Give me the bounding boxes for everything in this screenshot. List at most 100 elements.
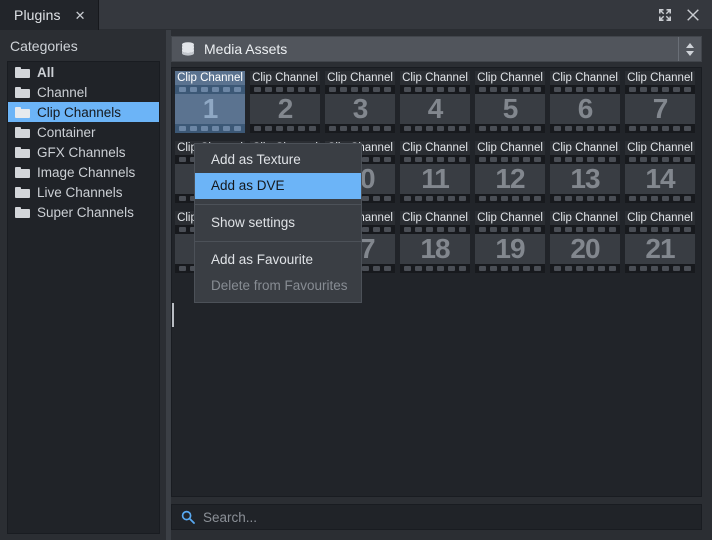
sidebar-item-clip-channels[interactable]: Clip Channels: [8, 102, 159, 122]
asset-tile-number: 6: [550, 94, 620, 124]
film-perforations: [625, 124, 695, 133]
asset-tile-number: 11: [400, 164, 470, 194]
sidebar-item-image-channels[interactable]: Image Channels: [8, 162, 159, 182]
film-perforations: [175, 124, 245, 133]
asset-tile[interactable]: Clip Channel 5: [475, 71, 545, 133]
folder-icon: [15, 127, 30, 138]
film-perforations: [475, 194, 545, 203]
title-bar: Plugins ✕: [0, 0, 712, 30]
asset-tile[interactable]: Clip Channel 12: [475, 141, 545, 203]
asset-tile[interactable]: Clip Channel6: [550, 71, 620, 133]
sidebar-item-container[interactable]: Container: [8, 122, 159, 142]
asset-thumbnail: 2: [250, 85, 320, 133]
asset-tile[interactable]: Clip Channel21: [625, 211, 695, 273]
film-perforations: [250, 124, 320, 133]
asset-thumbnail: 7: [625, 85, 695, 133]
sidebar-item-gfx-channels[interactable]: GFX Channels: [8, 142, 159, 162]
film-perforations: [400, 124, 470, 133]
asset-tile-caption: Clip Channel: [550, 211, 620, 225]
sidebar-item-channel[interactable]: Channel: [8, 82, 159, 102]
menu-item-add-as-dve[interactable]: Add as DVE: [195, 173, 361, 199]
categories-title: Categories: [10, 38, 78, 54]
asset-tile[interactable]: Clip Channel 20: [550, 211, 620, 273]
asset-tile-number: 5: [475, 94, 545, 124]
asset-tile-caption: Clip Channel: [400, 141, 470, 155]
asset-tile-number: 18: [400, 234, 470, 264]
asset-thumbnail: 12: [475, 155, 545, 203]
sidebar-item-super-channels[interactable]: Super Channels: [8, 202, 159, 222]
close-icon[interactable]: [686, 8, 700, 22]
asset-thumbnail: 5: [475, 85, 545, 133]
text-caret: [172, 303, 174, 327]
asset-thumbnail: 4: [400, 85, 470, 133]
sidebar-item-label: GFX Channels: [37, 145, 126, 160]
film-perforations: [550, 194, 620, 203]
asset-thumbnail: 1: [175, 85, 245, 133]
asset-tile[interactable]: Clip Channel4: [400, 71, 470, 133]
menu-item-add-as-texture[interactable]: Add as Texture: [195, 147, 361, 173]
asset-thumbnail: 6: [550, 85, 620, 133]
asset-thumbnail: 20: [550, 225, 620, 273]
asset-tile-caption: Clip Channel: [250, 71, 320, 85]
sidebar-item-live-channels[interactable]: Live Channels: [8, 182, 159, 202]
asset-tile[interactable]: Clip Channel 3: [325, 71, 395, 133]
asset-tile-number: 1: [175, 94, 245, 124]
asset-thumbnail: 21: [625, 225, 695, 273]
tab-plugins[interactable]: Plugins ✕: [0, 0, 99, 30]
source-selector-label: Media Assets: [204, 41, 678, 57]
menu-item-add-as-favourite[interactable]: Add as Favourite: [195, 247, 361, 273]
asset-tile-number: 14: [625, 164, 695, 194]
sidebar-item-label: Container: [37, 125, 96, 140]
asset-tile[interactable]: Clip Channel2: [250, 71, 320, 133]
menu-item-delete-from-favourites: Delete from Favourites: [195, 273, 361, 299]
spinner-arrows-icon[interactable]: [678, 37, 701, 61]
categories-list[interactable]: All Channel Clip Channels Container GFX Chan…: [7, 61, 160, 534]
folder-icon: [15, 87, 30, 98]
asset-thumbnail: 11: [400, 155, 470, 203]
asset-tile[interactable]: Clip Channel 1: [175, 71, 245, 133]
asset-tile-number: 7: [625, 94, 695, 124]
sidebar-item-label: Super Channels: [37, 205, 134, 220]
sidebar-item-label: Clip Channels: [37, 105, 121, 120]
asset-tile[interactable]: Clip Channel13: [550, 141, 620, 203]
sidebar-item-all[interactable]: All: [8, 62, 159, 82]
asset-tile[interactable]: Clip Channel7: [625, 71, 695, 133]
asset-tile[interactable]: Clip Channel14: [625, 141, 695, 203]
search-input[interactable]: [203, 510, 701, 525]
film-perforations: [625, 264, 695, 273]
folder-icon: [15, 187, 30, 198]
asset-tile[interactable]: Clip Channel19: [475, 211, 545, 273]
source-selector[interactable]: Media Assets: [171, 36, 702, 62]
sidebar-item-label: Channel: [37, 85, 87, 100]
asset-tile-caption: Clip Channel: [175, 71, 245, 85]
folder-icon: [15, 167, 30, 178]
sidebar-item-label: All: [37, 65, 54, 80]
expand-icon[interactable]: [658, 8, 672, 22]
asset-tile-number: 20: [550, 234, 620, 264]
asset-tile-caption: Clip Channel: [550, 141, 620, 155]
asset-thumbnail: 3: [325, 85, 395, 133]
film-perforations: [475, 124, 545, 133]
asset-tile-number: 4: [400, 94, 470, 124]
folder-icon: [15, 67, 30, 78]
asset-tile-number: 12: [475, 164, 545, 194]
search-bar[interactable]: [171, 504, 702, 530]
tab-plugins-label: Plugins: [14, 7, 61, 23]
film-perforations: [550, 264, 620, 273]
chevron-up-icon: [686, 43, 694, 48]
chevron-down-icon: [686, 51, 694, 56]
asset-tile[interactable]: Clip Channel18: [400, 211, 470, 273]
asset-tile-caption: Clip Channel: [475, 141, 545, 155]
asset-tile-caption: Clip Channel: [325, 71, 395, 85]
asset-tile-number: 3: [325, 94, 395, 124]
folder-icon: [15, 207, 30, 218]
context-menu[interactable]: Add as TextureAdd as DVE Show settings Add…: [194, 143, 362, 303]
asset-tile-caption: Clip Channel: [475, 71, 545, 85]
film-perforations: [400, 194, 470, 203]
folder-icon: [15, 147, 30, 158]
tab-close-icon[interactable]: ✕: [75, 9, 86, 22]
main-body: Categories All Channel Clip Channels Contai…: [0, 30, 712, 540]
menu-item-show-settings[interactable]: Show settings: [195, 210, 361, 236]
asset-thumbnail: 13: [550, 155, 620, 203]
asset-tile[interactable]: Clip Channel 11: [400, 141, 470, 203]
